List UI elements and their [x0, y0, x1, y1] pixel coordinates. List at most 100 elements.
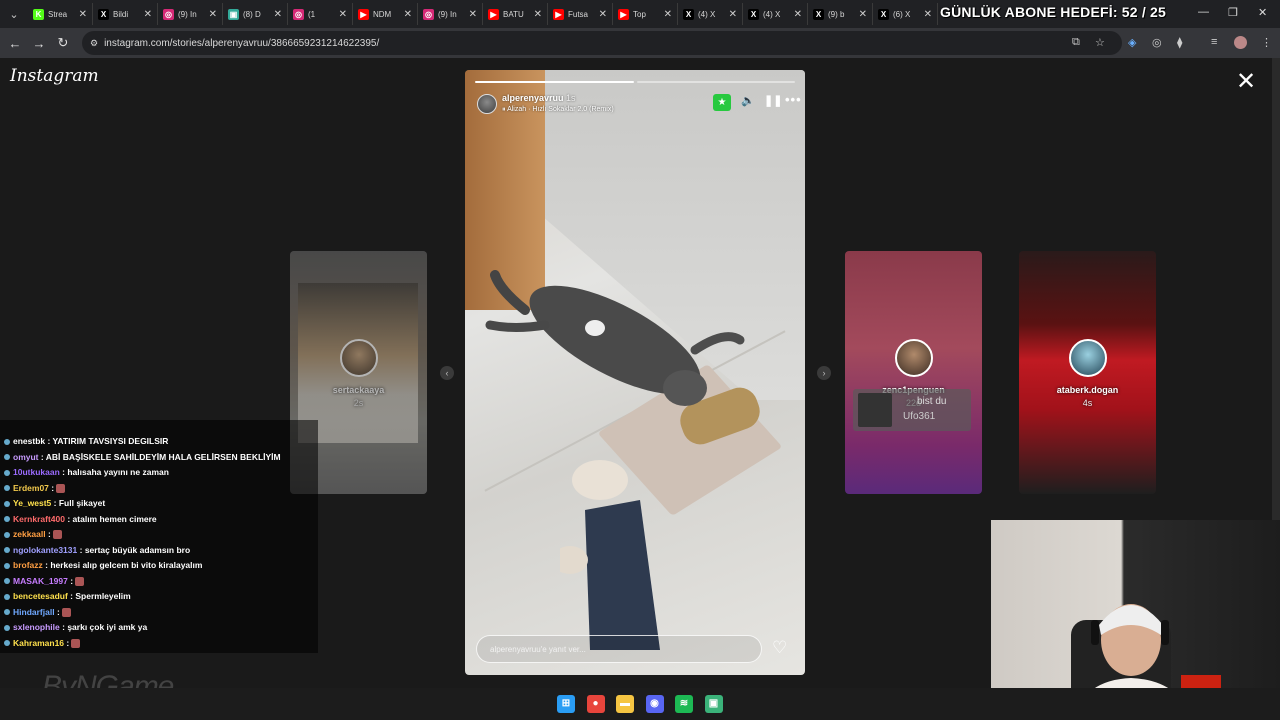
browser-tab[interactable]: X (6) X ✕	[873, 3, 938, 25]
tab-title[interactable]: (9) In	[438, 10, 465, 19]
story-avatar[interactable]	[477, 94, 497, 114]
url-text[interactable]: instagram.com/stories/alperenyavruu/3866…	[104, 38, 379, 49]
story-preview-card[interactable]: zenc1penguen 22d bist du Ufo361	[845, 251, 982, 494]
extension-icon-2[interactable]: ◎	[1152, 36, 1162, 49]
tab-close-icon[interactable]: ✕	[664, 9, 672, 20]
story-music[interactable]: ⏸ Alizah · Hızlı Sokaklar 2.0 (Remix)	[502, 106, 614, 114]
chat-username[interactable]: omyut	[13, 452, 39, 462]
browser-tab[interactable]: ◎ (9) In ✕	[418, 3, 483, 25]
more-options-icon[interactable]: •••	[785, 92, 802, 107]
tab-close-icon[interactable]: ✕	[534, 9, 542, 20]
chat-username[interactable]: MASAK_1997	[13, 576, 68, 586]
browser-tab[interactable]: ▶ NDM ✕	[353, 3, 418, 25]
install-icon[interactable]: ⧉	[1072, 36, 1080, 49]
story-media[interactable]: alperenyavruu 1s ⏸ Alizah · Hızlı Sokakl…	[465, 70, 805, 675]
tab-close-icon[interactable]: ✕	[144, 9, 152, 20]
browser-tab[interactable]: ▶ Futsa ✕	[548, 3, 613, 25]
extensions-puzzle-icon[interactable]: ⧫	[1177, 36, 1182, 49]
tab-close-icon[interactable]: ✕	[729, 9, 737, 20]
previous-story-icon[interactable]: ‹	[440, 366, 454, 380]
tab-close-icon[interactable]: ✕	[469, 9, 477, 20]
avatar	[1068, 339, 1107, 377]
chat-username[interactable]: enestbk	[13, 436, 45, 446]
close-icon[interactable]: ✕	[1236, 70, 1256, 94]
minimize-icon[interactable]: —	[1198, 6, 1209, 18]
tab-media-icon[interactable]: ≡	[1211, 36, 1217, 48]
tab-close-icon[interactable]: ✕	[924, 9, 932, 20]
chat-username[interactable]: zekkaall	[13, 529, 46, 539]
sound-icon[interactable]: 🔈	[741, 94, 755, 107]
tab-close-icon[interactable]: ✕	[859, 9, 867, 20]
maximize-icon[interactable]: ❐	[1228, 6, 1238, 19]
chat-username[interactable]: Erdem07	[13, 483, 49, 493]
reply-input[interactable]: alperenyavruu'e yanıt ver...	[476, 635, 762, 663]
tab-title[interactable]: Futsa	[568, 10, 595, 19]
reload-icon[interactable]: ↻	[51, 35, 75, 51]
tab-close-icon[interactable]: ✕	[274, 9, 282, 20]
browser-tab[interactable]: X Bildi ✕	[93, 3, 158, 25]
tab-title[interactable]: (1	[308, 10, 335, 19]
chat-username[interactable]: sxlenophile	[13, 622, 60, 632]
browser-tab[interactable]: X (4) X ✕	[743, 3, 808, 25]
chat-username[interactable]: Ye_west5	[13, 498, 51, 508]
chrome-menu-icon[interactable]: ⋮	[1261, 36, 1272, 49]
extension-icon[interactable]: ◈	[1128, 36, 1136, 49]
tab-title[interactable]: (9) b	[828, 10, 855, 19]
pause-icon[interactable]: ❚❚	[764, 94, 782, 107]
file-explorer-taskbar-icon[interactable]: ▬	[616, 695, 634, 713]
chat-username[interactable]: Hindarfjall	[13, 607, 55, 617]
chat-username[interactable]: bencetesaduf	[13, 591, 68, 601]
spotify-taskbar-icon[interactable]: ≋	[675, 695, 693, 713]
chat-username[interactable]: brofazz	[13, 560, 43, 570]
tab-title[interactable]: (6) X	[893, 10, 920, 19]
instagram-logo[interactable]: Instagram	[10, 66, 99, 86]
tab-title[interactable]: (9) In	[178, 10, 205, 19]
tab-close-icon[interactable]: ✕	[404, 9, 412, 20]
tab-title[interactable]: (4) X	[698, 10, 725, 19]
browser-tab[interactable]: ◎ (1 ✕	[288, 3, 353, 25]
chat-username[interactable]: 10utkukaan	[13, 467, 60, 477]
browser-tab[interactable]: ▶ BATU ✕	[483, 3, 548, 25]
story-username[interactable]: alperenyavruu	[502, 93, 564, 103]
chat-username[interactable]: Kernkraft400	[13, 514, 65, 524]
profile-avatar[interactable]	[1234, 36, 1247, 49]
tab-title[interactable]: (4) X	[763, 10, 790, 19]
bookmark-star-icon[interactable]: ☆	[1095, 36, 1105, 49]
close-window-icon[interactable]: ✕	[1258, 6, 1267, 19]
chat-username[interactable]: ngolokante3131	[13, 545, 77, 555]
tab-close-icon[interactable]: ✕	[339, 9, 347, 20]
site-info-icon[interactable]: ⚙	[90, 38, 98, 49]
tab-close-icon[interactable]: ✕	[599, 9, 607, 20]
tab-search-chevron-icon[interactable]: ⌄	[0, 8, 28, 21]
discord-taskbar-icon[interactable]: ◉	[645, 695, 664, 713]
windows-start-taskbar-icon[interactable]: ⊞	[557, 695, 575, 713]
browser-tab[interactable]: ▣ (8) D ✕	[223, 3, 288, 25]
forward-icon[interactable]: →	[27, 36, 51, 51]
browser-tab[interactable]: X (9) b ✕	[808, 3, 873, 25]
tab-favicon-icon: ▶	[553, 8, 564, 20]
tab-close-icon[interactable]: ✕	[209, 9, 217, 20]
tab-title[interactable]: Top	[633, 10, 660, 19]
tab-title[interactable]: Strea	[48, 10, 75, 19]
chat-username[interactable]: Kahraman16	[13, 638, 64, 648]
tab-title[interactable]: BATU	[503, 10, 530, 19]
progress-segment	[636, 81, 795, 83]
heart-icon[interactable]: ♡	[772, 638, 787, 658]
tab-title[interactable]: Bildi	[113, 10, 140, 19]
browser-tab[interactable]: ◎ (9) In ✕	[158, 3, 223, 25]
tab-title[interactable]: NDM	[373, 10, 400, 19]
tab-close-icon[interactable]: ✕	[794, 9, 802, 20]
app-taskbar-icon[interactable]: ▣	[704, 695, 723, 713]
close-friends-star-icon[interactable]: ★	[713, 94, 731, 111]
music-title[interactable]: Alizah · Hızlı Sokaklar 2.0 (Remix)	[507, 106, 614, 113]
browser-tab[interactable]: X (4) X ✕	[678, 3, 743, 25]
tab-title[interactable]: (8) D	[243, 10, 270, 19]
chrome-taskbar-icon[interactable]: ●	[586, 695, 605, 713]
browser-tab[interactable]: ▶ Top ✕	[613, 3, 678, 25]
back-icon[interactable]: ←	[3, 36, 27, 51]
next-story-icon[interactable]: ›	[817, 366, 831, 380]
address-bar[interactable]: ⚙ instagram.com/stories/alperenyavruu/38…	[82, 31, 1122, 55]
story-preview-card[interactable]: ataberk.dogan 4s	[1019, 251, 1156, 494]
tab-close-icon[interactable]: ✕	[79, 9, 87, 20]
browser-tab[interactable]: K Strea ✕	[28, 3, 93, 25]
